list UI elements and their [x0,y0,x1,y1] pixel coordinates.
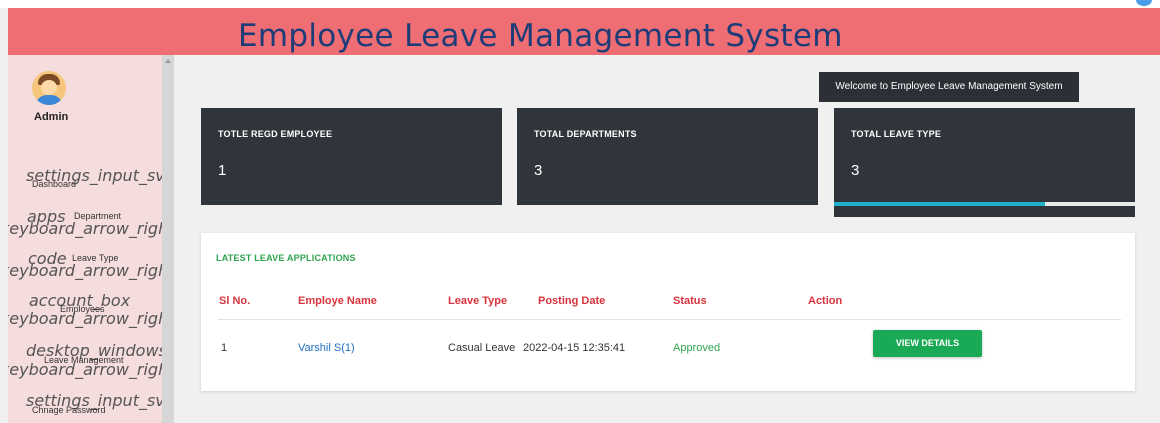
cell-posting-date: 2022-04-15 12:35:41 [523,342,626,354]
admin-label: Admin [34,111,69,123]
stat-value: 3 [851,162,860,179]
admin-avatar-icon [32,71,66,105]
sidebar-item-dashboard[interactable]: settings_input_svideo Dashboard [8,160,174,200]
stat-card-leave-types: TOTAL LEAVE TYPE 3 [834,108,1135,202]
column-header-sl-no: Sl No. [219,295,251,307]
sidebar-item-label: Chnage Password [32,405,106,415]
view-details-button[interactable]: VIEW DETAILS [873,330,982,357]
column-header-posting-date: Posting Date [538,295,606,307]
column-header-leave-type: Leave Type [448,295,508,307]
sidebar-item-department[interactable]: apps Department keyboard_arrow_right [8,203,174,243]
stat-card-departments: TOTAL DEPARTMENTS 3 [517,108,818,205]
column-header-status: Status [673,295,707,307]
sidebar-item-label: Dashboard [32,179,77,189]
column-header-action: Action [808,295,843,307]
sidebar: Admin settings_input_svideo Dashboard ap… [8,55,174,423]
stat-label: TOTAL LEAVE TYPE [851,129,942,139]
app-title: Employee Leave Management System [238,18,843,54]
browser-profile-icon[interactable] [1136,0,1152,6]
sidebar-item-leave-management[interactable]: desktop_windows Leave Management keyboar… [8,339,174,379]
sidebar-item-employees[interactable]: account_box Employees keyboard_arrow_rig… [8,289,174,329]
cell-leave-type: Casual Leave [448,342,516,354]
welcome-tooltip: Welcome to Employee Leave Management Sys… [819,72,1079,102]
stat-card-employees: TOTLE REGD EMPLOYEE 1 [201,108,502,205]
app-header: Employee Leave Management System [8,8,1160,55]
keyboard-arrow-right-icon: keyboard_arrow_right [8,309,174,328]
stat-value: 1 [218,162,227,179]
latest-applications-panel: LATEST LEAVE APPLICATIONS Sl No. Employe… [201,233,1135,391]
scroll-up-icon[interactable] [165,59,171,63]
keyboard-arrow-right-icon: keyboard_arrow_right [8,360,174,379]
keyboard-arrow-right-icon: keyboard_arrow_right [8,219,174,238]
column-header-employee-name: Employe Name [298,295,377,307]
sidebar-item-leave-type[interactable]: code Leave Type keyboard_arrow_right [8,245,174,285]
status-badge: Approved [673,342,721,354]
table-divider [218,319,1121,320]
stat-card-footer [834,206,1135,217]
keyboard-arrow-right-icon: keyboard_arrow_right [8,261,174,280]
employee-name-link[interactable]: Varshil S(1) [298,342,355,354]
stat-value: 3 [534,162,543,179]
cell-sl-no: 1 [221,342,228,354]
browser-top-strip [0,0,1160,8]
stat-label: TOTAL DEPARTMENTS [534,129,637,139]
panel-title: LATEST LEAVE APPLICATIONS [216,253,356,263]
sidebar-item-change-password[interactable]: settings_input_svideo Chnage Password [8,388,174,423]
sidebar-scrollbar[interactable] [162,55,174,423]
stat-label: TOTLE REGD EMPLOYEE [218,129,333,139]
